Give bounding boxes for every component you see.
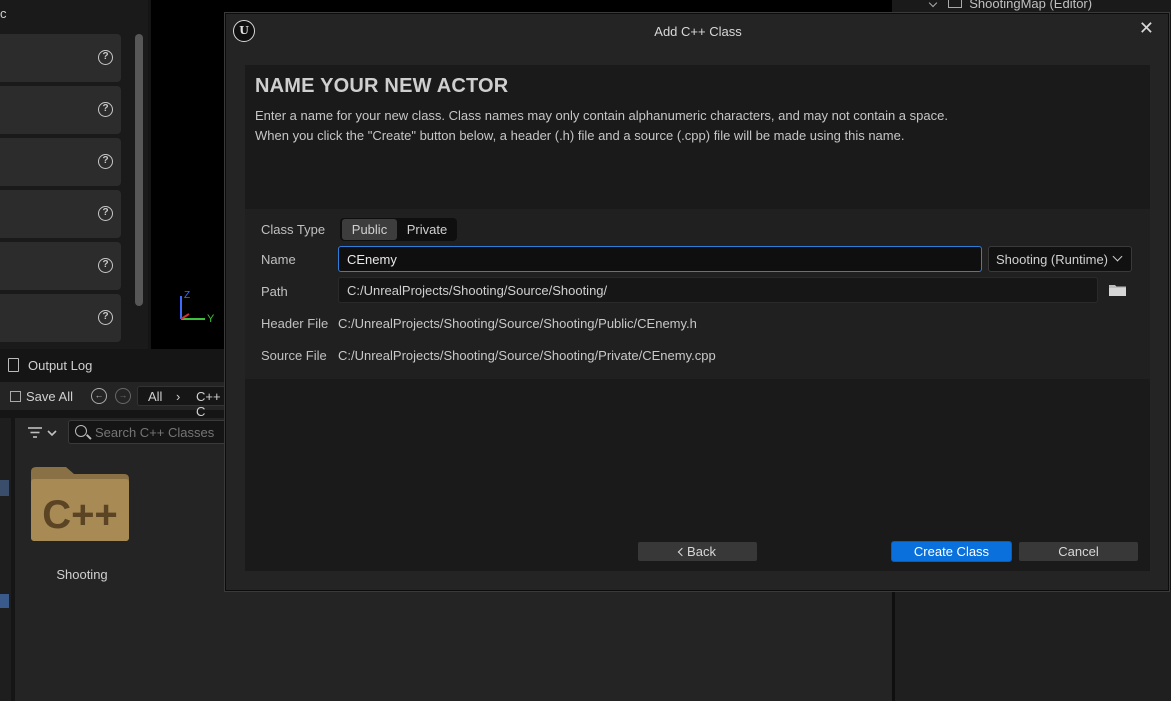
description-line-1: Enter a name for your new class. Class n… — [255, 108, 948, 123]
back-button[interactable]: Back — [637, 541, 758, 562]
property-row[interactable]: ? — [0, 86, 121, 134]
path-label: Path — [261, 284, 288, 299]
dialog-body: NAME YOUR NEW ACTOR Enter a name for you… — [245, 65, 1150, 571]
details-scrollbar[interactable] — [135, 34, 143, 306]
details-panel: c ? ? ? ? ? ? — [0, 0, 148, 349]
axis-z-label: Z — [184, 290, 190, 301]
search-input[interactable] — [95, 423, 225, 441]
header-file-value: C:/UnrealProjects/Shooting/Source/Shooti… — [338, 316, 697, 331]
asset-view-lower — [15, 590, 893, 701]
property-row[interactable]: ? — [0, 138, 121, 186]
class-type-private[interactable]: Private — [398, 219, 456, 240]
details-panel-title: c — [0, 6, 7, 21]
browse-folder-icon[interactable] — [1109, 284, 1126, 296]
path-input[interactable] — [338, 277, 1098, 303]
cpp-folder-icon[interactable]: C++ — [30, 466, 130, 542]
description-line-2: When you click the "Create" button below… — [255, 128, 905, 143]
panel-divider[interactable] — [892, 590, 895, 701]
help-icon[interactable]: ? — [98, 154, 113, 169]
source-item[interactable] — [0, 480, 9, 496]
add-cpp-class-dialog: U Add C++ Class ✕ NAME YOUR NEW ACTOR En… — [225, 13, 1169, 591]
module-select[interactable]: Shooting (Runtime) — [988, 246, 1132, 272]
filter-button[interactable] — [28, 425, 60, 441]
property-row[interactable]: ? — [0, 34, 121, 82]
source-file-value: C:/UnrealProjects/Shooting/Source/Shooti… — [338, 348, 716, 363]
breadcrumb: All › C++ C — [137, 386, 226, 419]
dialog-title: Add C++ Class — [654, 24, 742, 39]
output-log-icon — [8, 358, 19, 372]
level-icon — [947, 0, 962, 8]
source-file-label: Source File — [261, 348, 327, 363]
forward-arrow-icon[interactable]: → — [115, 388, 131, 404]
outliner-item[interactable]: ShootingMap (Editor) — [928, 0, 1093, 11]
folder-glyph: C++ — [42, 493, 118, 537]
class-name-input[interactable] — [338, 246, 982, 272]
save-icon — [10, 391, 21, 402]
outliner-item-label: ShootingMap (Editor) — [969, 0, 1093, 11]
help-icon[interactable]: ? — [98, 206, 113, 221]
class-form: Class Type Public Private Name Shooting … — [245, 209, 1150, 379]
breadcrumb-cpp[interactable]: C++ C — [196, 389, 226, 419]
help-icon[interactable]: ? — [98, 310, 113, 325]
folder-label: Shooting — [56, 567, 108, 582]
cancel-button[interactable]: Cancel — [1018, 541, 1139, 562]
axis-gizmo-icon: Z Y — [180, 290, 215, 325]
editor-window: c ? ? ? ? ? ? Z Y ShootingMap (Editor) O… — [0, 0, 1171, 701]
class-type-label: Class Type — [261, 222, 326, 237]
back-arrow-icon[interactable]: ← — [91, 388, 107, 404]
search-icon — [75, 425, 87, 437]
axis-y-label: Y — [207, 313, 215, 325]
details-panel-lower — [895, 590, 1171, 701]
filter-icon — [28, 427, 57, 438]
header-file-label: Header File — [261, 316, 329, 331]
class-type-toggle: Public Private — [340, 218, 457, 241]
save-all-button[interactable]: Save All — [10, 389, 73, 404]
help-icon[interactable]: ? — [98, 50, 113, 65]
close-icon[interactable]: ✕ — [1139, 19, 1154, 37]
chevron-left-icon — [677, 547, 687, 557]
module-select-value: Shooting (Runtime) — [996, 252, 1108, 267]
property-row[interactable]: ? — [0, 294, 121, 342]
create-class-button[interactable]: Create Class — [891, 541, 1012, 562]
breadcrumb-separator-icon: › — [176, 389, 181, 404]
page-title: NAME YOUR NEW ACTOR — [255, 75, 509, 97]
search-box[interactable] — [68, 420, 226, 444]
output-log-tab[interactable]: Output Log — [0, 351, 226, 379]
content-browser-toolbar: Save All ← → All › C++ C — [0, 382, 226, 419]
source-item[interactable] — [0, 594, 9, 608]
breadcrumb-all[interactable]: All — [148, 389, 162, 404]
name-label: Name — [261, 252, 296, 267]
chevron-down-icon — [1112, 251, 1123, 262]
property-row[interactable]: ? — [0, 190, 121, 238]
help-icon[interactable]: ? — [98, 102, 113, 117]
class-type-public[interactable]: Public — [342, 219, 397, 240]
property-row[interactable]: ? — [0, 242, 121, 290]
output-log-label: Output Log — [28, 358, 93, 373]
help-icon[interactable]: ? — [98, 258, 113, 273]
sources-panel — [0, 418, 11, 701]
